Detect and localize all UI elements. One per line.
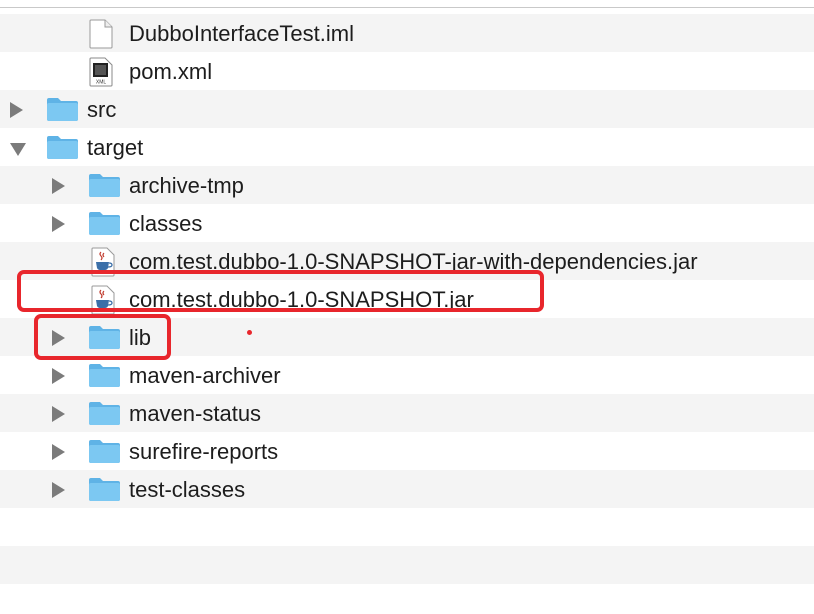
folder-icon xyxy=(88,362,121,393)
file-row[interactable]: test-classes xyxy=(0,470,814,508)
xml-file-icon: XML xyxy=(88,57,114,92)
folder-icon xyxy=(88,324,121,355)
empty-row xyxy=(0,584,814,614)
file-name: com.test.dubbo-1.0-SNAPSHOT.jar xyxy=(129,287,474,312)
file-row[interactable]: archive-tmp xyxy=(0,166,814,204)
disclosure-collapsed-icon[interactable] xyxy=(52,330,65,346)
file-name: DubboInterfaceTest.iml xyxy=(129,21,354,46)
disclosure-collapsed-icon[interactable] xyxy=(52,178,65,194)
disclosure-expanded-icon[interactable] xyxy=(10,143,26,156)
svg-text:XML: XML xyxy=(96,80,107,86)
file-row[interactable]: src xyxy=(0,90,814,128)
file-name: test-classes xyxy=(129,477,246,502)
disclosure-collapsed-icon[interactable] xyxy=(52,406,65,422)
document-icon xyxy=(88,19,114,54)
file-name: maven-archiver xyxy=(129,363,281,388)
folder-icon xyxy=(46,134,79,165)
file-name: com.test.dubbo-1.0-SNAPSHOT-jar-with-dep… xyxy=(129,249,698,274)
finder-window: DubboInterfaceTest.iml XML pom.xml src targe… xyxy=(0,0,814,614)
empty-row xyxy=(0,546,814,584)
disclosure-collapsed-icon[interactable] xyxy=(52,444,65,460)
disclosure-collapsed-icon[interactable] xyxy=(52,482,65,498)
folder-icon xyxy=(88,400,121,431)
column-header-divider xyxy=(0,0,814,8)
file-name: pom.xml xyxy=(129,59,213,84)
file-name: archive-tmp xyxy=(129,173,244,198)
java-jar-icon xyxy=(90,285,116,320)
file-row[interactable]: surefire-reports xyxy=(0,432,814,470)
disclosure-collapsed-icon[interactable] xyxy=(52,216,65,232)
disclosure-collapsed-icon[interactable] xyxy=(52,368,65,384)
file-name: src xyxy=(87,97,117,122)
file-name: surefire-reports xyxy=(129,439,279,464)
file-row[interactable]: lib xyxy=(0,318,814,356)
folder-icon xyxy=(88,476,121,507)
folder-icon xyxy=(46,96,79,127)
file-row[interactable]: DubboInterfaceTest.iml xyxy=(0,14,814,52)
empty-row xyxy=(0,508,814,546)
folder-icon xyxy=(88,172,121,203)
folder-icon xyxy=(88,210,121,241)
file-row[interactable]: com.test.dubbo-1.0-SNAPSHOT-jar-with-dep… xyxy=(0,242,814,280)
file-row[interactable]: XML pom.xml xyxy=(0,52,814,90)
file-name: target xyxy=(87,135,144,160)
file-row[interactable]: maven-status xyxy=(0,394,814,432)
annotation-dot xyxy=(247,330,252,335)
file-row[interactable]: maven-archiver xyxy=(0,356,814,394)
disclosure-collapsed-icon[interactable] xyxy=(10,102,23,118)
file-name: classes xyxy=(129,211,203,236)
file-row[interactable]: com.test.dubbo-1.0-SNAPSHOT.jar xyxy=(0,280,814,318)
file-row[interactable]: classes xyxy=(0,204,814,242)
file-name: lib xyxy=(129,325,152,350)
file-row[interactable]: target xyxy=(0,128,814,166)
file-name: maven-status xyxy=(129,401,262,426)
folder-icon xyxy=(88,438,121,469)
java-jar-icon xyxy=(90,247,116,282)
file-list: DubboInterfaceTest.iml XML pom.xml src targe… xyxy=(0,14,814,614)
